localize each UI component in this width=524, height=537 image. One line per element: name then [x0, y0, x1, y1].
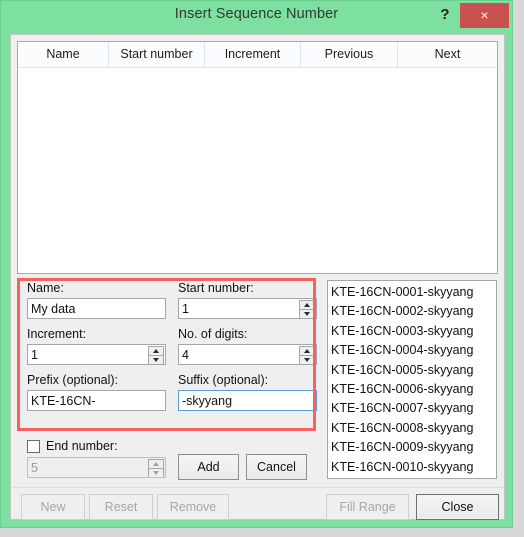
grid-column-increment[interactable]: Increment	[205, 42, 301, 67]
digits-spinner[interactable]	[299, 346, 315, 364]
list-item[interactable]: KTE-16CN-0006-skyyang	[331, 380, 496, 399]
digits-label: No. of digits:	[178, 327, 248, 341]
title-bar: Insert Sequence Number ? ×	[1, 1, 512, 30]
list-item[interactable]: KTE-16CN-0002-skyyang	[331, 302, 496, 321]
end-number-value: 5	[31, 461, 38, 475]
list-item[interactable]: KTE-16CN-0001-skyyang	[331, 283, 496, 302]
name-label: Name:	[27, 281, 64, 295]
grid-column-start-number[interactable]: Start number	[109, 42, 205, 67]
prefix-input[interactable]: KTE-16CN-	[27, 390, 166, 411]
end-number-spinner	[148, 459, 164, 477]
cancel-button[interactable]: Cancel	[246, 454, 307, 480]
start-number-spinner-up[interactable]	[299, 300, 315, 310]
close-button[interactable]: Close	[416, 494, 499, 520]
increment-label: Increment:	[27, 327, 87, 341]
name-input[interactable]: My data	[27, 298, 166, 319]
digits-spinner-up[interactable]	[299, 346, 315, 356]
list-item[interactable]: KTE-16CN-0003-skyyang	[331, 322, 496, 341]
digits-spinner-down[interactable]	[299, 356, 315, 364]
increment-input[interactable]: 1	[27, 344, 166, 365]
start-number-spinner-down[interactable]	[299, 310, 315, 318]
end-number-checkbox[interactable]	[27, 439, 40, 453]
digits-input[interactable]: 4	[178, 344, 317, 365]
increment-value: 1	[31, 348, 38, 362]
grid-body-empty[interactable]	[18, 68, 497, 273]
close-window-button[interactable]: ×	[460, 3, 509, 28]
start-number-input[interactable]: 1	[178, 298, 317, 319]
list-item[interactable]: KTE-16CN-0008-skyyang	[331, 419, 496, 438]
end-number-spinner-up	[148, 459, 164, 469]
list-item[interactable]: KTE-16CN-0005-skyyang	[331, 361, 496, 380]
end-number-input: 5	[27, 457, 166, 478]
prefix-label: Prefix (optional):	[27, 373, 119, 387]
list-item[interactable]: KTE-16CN-0010-skyyang	[331, 458, 496, 477]
dialog-body: Name Start number Increment Previous Nex…	[10, 34, 505, 520]
end-number-label: End number:	[46, 439, 118, 453]
grid-column-next[interactable]: Next	[398, 42, 497, 67]
grid-column-previous[interactable]: Previous	[301, 42, 398, 67]
start-number-spinner[interactable]	[299, 300, 315, 318]
increment-spinner-up[interactable]	[148, 346, 164, 356]
preview-list[interactable]: KTE-16CN-0001-skyyang KTE-16CN-0002-skyy…	[327, 280, 497, 479]
fill-range-button: Fill Range	[326, 494, 409, 520]
sequence-form: Name: My data Start number: 1 Increment:…	[17, 280, 320, 433]
end-number-spinner-down	[148, 469, 164, 477]
list-item[interactable]: KTE-16CN-0004-skyyang	[331, 341, 496, 360]
footer-divider	[12, 487, 503, 488]
start-number-label: Start number:	[178, 281, 254, 295]
end-number-row: End number:	[27, 439, 118, 453]
suffix-input[interactable]: -skyyang	[178, 390, 317, 411]
list-item[interactable]: KTE-16CN-0007-skyyang	[331, 399, 496, 418]
increment-spinner-down[interactable]	[148, 356, 164, 364]
help-button[interactable]: ?	[435, 4, 455, 26]
list-item[interactable]: KTE-16CN-0009-skyyang	[331, 438, 496, 457]
grid-column-name[interactable]: Name	[18, 42, 109, 67]
dialog-window: Insert Sequence Number ? × Name Start nu…	[0, 0, 513, 528]
increment-spinner[interactable]	[148, 346, 164, 364]
add-button[interactable]: Add	[178, 454, 239, 480]
grid-header-row: Name Start number Increment Previous Nex…	[18, 42, 497, 68]
reset-button: Reset	[89, 494, 153, 520]
sequence-grid[interactable]: Name Start number Increment Previous Nex…	[17, 41, 498, 274]
new-button: New	[21, 494, 85, 520]
remove-button: Remove	[157, 494, 229, 520]
suffix-label: Suffix (optional):	[178, 373, 269, 387]
digits-value: 4	[182, 348, 189, 362]
start-number-value: 1	[182, 302, 189, 316]
